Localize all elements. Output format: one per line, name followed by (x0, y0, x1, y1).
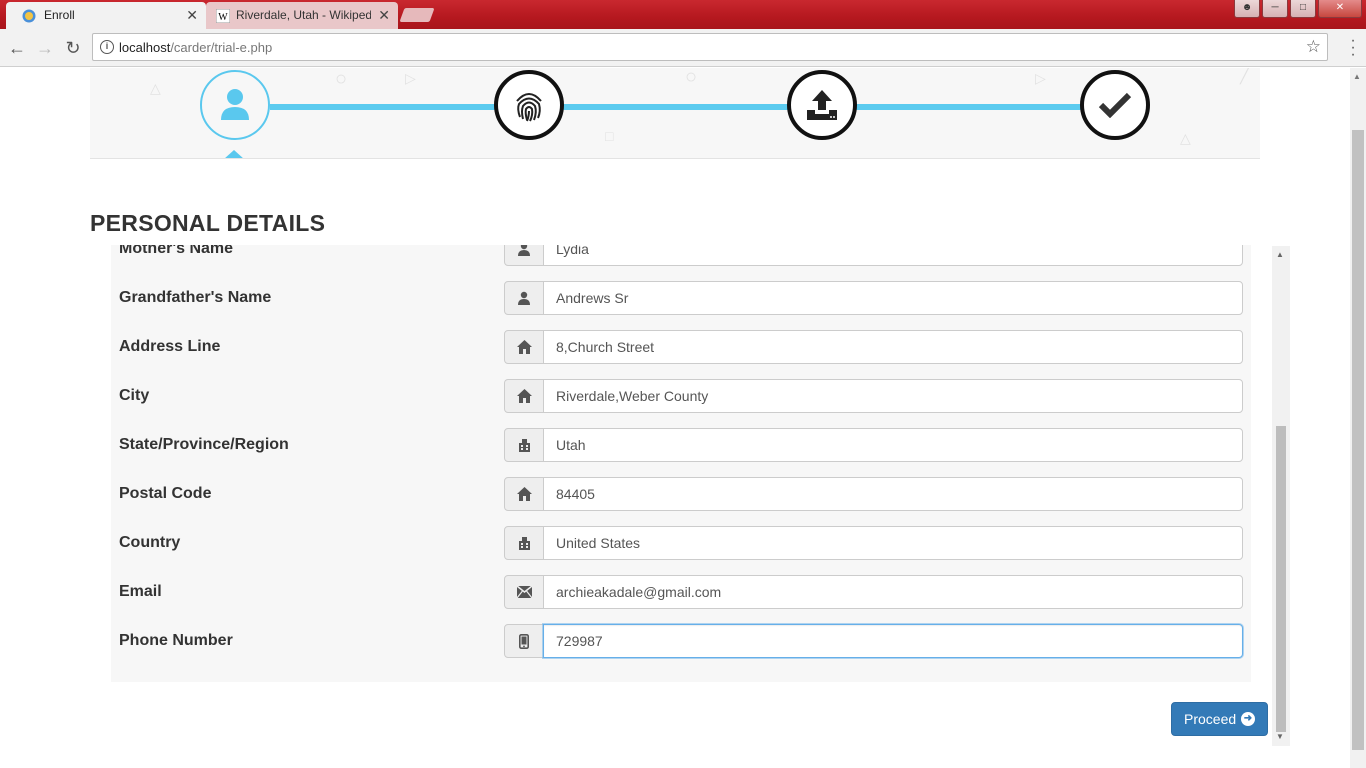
tab-wikipedia[interactable]: W Riverdale, Utah - Wikipedia ✕ (206, 2, 398, 30)
form-row-country: Country United States (111, 526, 1251, 560)
form-row-email: Email archieakadale@gmail.com (111, 575, 1251, 609)
form-scrollbar-thumb[interactable] (1276, 426, 1286, 732)
page-scrollbar[interactable]: ▲ (1350, 68, 1366, 768)
minimize-button[interactable]: ─ (1262, 0, 1288, 18)
user-icon (221, 89, 249, 120)
info-icon[interactable]: i (100, 40, 114, 54)
field-label: Country (119, 534, 181, 551)
personal-details-form: Mother's Name Lydia Grandfather's Name A… (111, 245, 1251, 682)
state-input[interactable]: Utah (543, 428, 1243, 462)
city-input[interactable]: Riverdale,Weber County (543, 379, 1243, 413)
progress-stepper: △ ○ ▷ □ ○ ▷ △ ╱ (90, 68, 1260, 159)
form-row-mothers-name: Mother's Name Lydia (111, 245, 1251, 266)
browser-toolbar: ← → ↻ i localhost/carder/trial-e.php ☆ ·… (0, 29, 1366, 67)
url-host: localhost (119, 40, 171, 55)
form-row-grandfathers-name: Grandfather's Name Andrews Sr (111, 281, 1251, 315)
email-input[interactable]: archieakadale@gmail.com (543, 575, 1243, 609)
form-row-address-line: Address Line 8,Church Street (111, 330, 1251, 364)
step-connector (856, 104, 1081, 110)
step-connector (563, 104, 788, 110)
site-favicon-icon (22, 9, 36, 23)
step-personal-details[interactable] (200, 70, 270, 140)
arrow-circle-right-icon: ➜ (1241, 712, 1255, 726)
window-controls: ☻ ─ □ ✕ (1234, 0, 1362, 20)
decor-shape: △ (150, 80, 161, 96)
check-icon (1098, 92, 1132, 118)
home-icon (504, 477, 544, 511)
step-upload[interactable] (787, 70, 857, 140)
step-biometrics[interactable] (494, 70, 564, 140)
proceed-label: Proceed (1184, 711, 1237, 727)
tab-close-icon[interactable]: ✕ (378, 2, 390, 28)
form-scrollbar[interactable]: ▲ ▼ (1272, 246, 1290, 746)
new-tab-button[interactable] (399, 8, 435, 22)
reload-icon[interactable]: ↻ (62, 37, 84, 59)
tab-title: Enroll (44, 8, 75, 22)
country-input[interactable]: United States (543, 526, 1243, 560)
field-label: Email (119, 583, 162, 600)
page-scrollbar-thumb[interactable] (1352, 130, 1364, 750)
active-step-pointer (224, 150, 244, 158)
phone-icon (504, 624, 544, 658)
field-label: Grandfather's Name (119, 289, 272, 306)
upload-icon (807, 90, 837, 120)
building-icon (504, 526, 544, 560)
fingerprint-icon (516, 93, 542, 122)
decor-shape: △ (1180, 130, 1191, 146)
profile-icon[interactable]: ☻ (1234, 0, 1260, 18)
scroll-up-arrow-icon[interactable]: ▲ (1276, 250, 1284, 259)
field-label: State/Province/Region (119, 436, 289, 453)
field-label: Address Line (119, 338, 221, 355)
decor-shape: ▷ (405, 70, 416, 86)
tab-enroll[interactable]: Enroll ✕ (6, 2, 206, 30)
envelope-icon (504, 575, 544, 609)
scroll-up-arrow-icon[interactable]: ▲ (1353, 72, 1361, 81)
grandfathers-name-input[interactable]: Andrews Sr (543, 281, 1243, 315)
maximize-button[interactable]: □ (1290, 0, 1316, 18)
close-window-button[interactable]: ✕ (1318, 0, 1362, 18)
building-icon (504, 428, 544, 462)
field-label: Postal Code (119, 485, 212, 502)
page-content: △ ○ ▷ □ ○ ▷ △ ╱ PERSONAL DETAILS Mother'… (0, 68, 1350, 768)
postal-code-input[interactable]: 84405 (543, 477, 1243, 511)
bookmark-star-icon[interactable]: ☆ (1306, 37, 1321, 57)
menu-dots-icon[interactable]: · · · (1350, 33, 1356, 63)
address-bar[interactable]: i localhost/carder/trial-e.php ☆ (92, 33, 1328, 61)
forward-arrow-icon[interactable]: → (34, 37, 56, 59)
home-icon (504, 330, 544, 364)
mothers-name-input[interactable]: Lydia (543, 245, 1243, 266)
phone-number-input[interactable]: 729987 (543, 624, 1243, 658)
url-text: localhost/carder/trial-e.php (119, 40, 272, 55)
form-row-state: State/Province/Region Utah (111, 428, 1251, 462)
decor-shape: ╱ (1240, 68, 1249, 84)
scroll-down-arrow-icon[interactable]: ▼ (1276, 732, 1284, 741)
field-label: Mother's Name (119, 245, 234, 257)
browser-titlebar: Enroll ✕ W Riverdale, Utah - Wikipedia ✕… (0, 0, 1366, 30)
address-line-input[interactable]: 8,Church Street (543, 330, 1243, 364)
decor-shape: ○ (685, 68, 698, 88)
back-arrow-icon[interactable]: ← (6, 37, 28, 59)
section-title: PERSONAL DETAILS (90, 210, 326, 236)
decor-shape: ▷ (1035, 70, 1046, 86)
tab-close-icon[interactable]: ✕ (186, 2, 198, 28)
step-connector (270, 104, 495, 110)
user-icon (504, 281, 544, 315)
step-confirm[interactable] (1080, 70, 1150, 140)
tab-title: Riverdale, Utah - Wikipedia (236, 8, 371, 22)
url-path: /carder/trial-e.php (170, 40, 273, 55)
field-label: Phone Number (119, 632, 233, 649)
decor-shape: ○ (335, 68, 348, 90)
user-icon (504, 245, 544, 266)
proceed-button[interactable]: Proceed ➜ (1171, 702, 1268, 736)
decor-shape: □ (605, 128, 614, 144)
form-row-postal-code: Postal Code 84405 (111, 477, 1251, 511)
field-label: City (119, 387, 150, 404)
home-icon (504, 379, 544, 413)
form-row-phone: Phone Number 729987 (111, 624, 1251, 658)
svg-text:W: W (218, 12, 228, 23)
wikipedia-favicon-icon: W (216, 9, 230, 23)
form-row-city: City Riverdale,Weber County (111, 379, 1251, 413)
